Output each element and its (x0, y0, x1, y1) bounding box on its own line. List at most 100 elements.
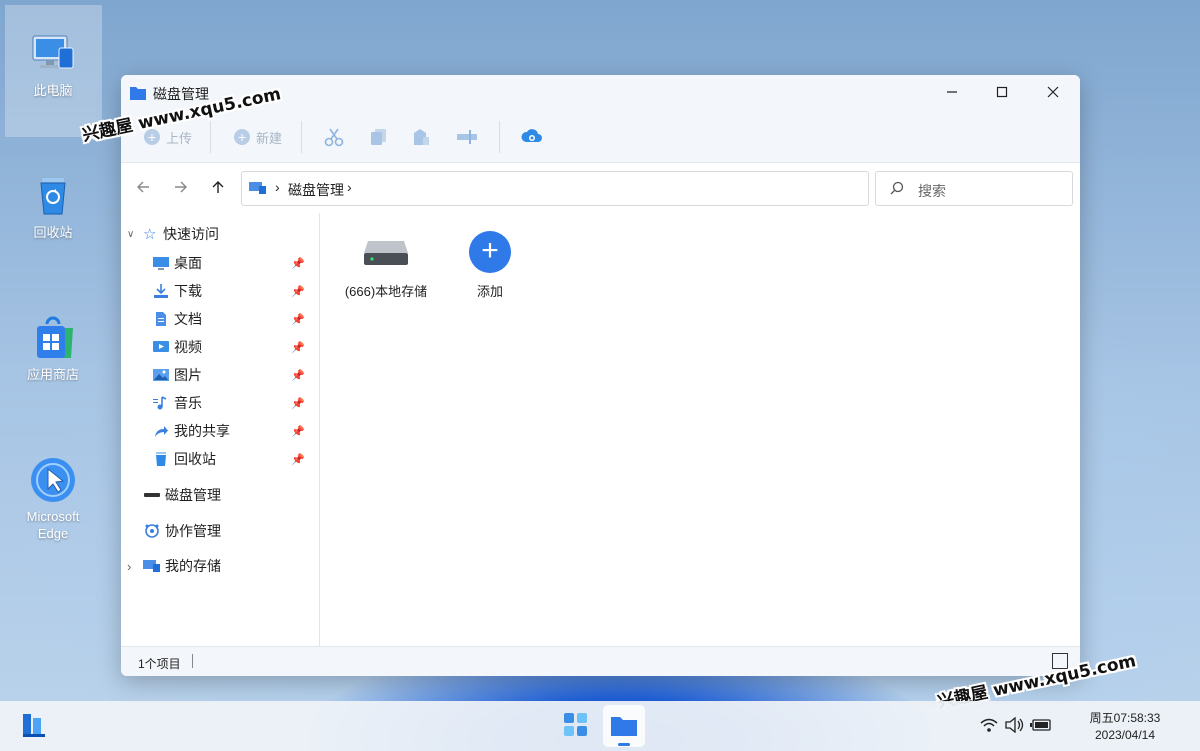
file-manager-window: 磁盘管理 + 上传 + 新建 › 磁盘管理 › 搜索 ∨ ☆ 快速访问 桌面 📌… (121, 75, 1080, 676)
video-icon (153, 341, 169, 352)
search-box[interactable]: 搜索 (875, 171, 1073, 206)
sidebar-item-label: 我的存储 (165, 558, 221, 574)
sidebar-item-documents[interactable]: 文档 📌 (152, 308, 312, 330)
clock-time: 周五07:58:33 (1089, 711, 1161, 725)
chevron-right-icon: › (127, 558, 132, 574)
sidebar-item-video[interactable]: 视频 📌 (152, 336, 312, 358)
desktop-icon-this-pc[interactable]: 此电脑 (17, 30, 89, 99)
arrow-up-icon (212, 181, 224, 193)
cloud-button[interactable] (521, 125, 543, 149)
sidebar-item-label: 文档 (174, 311, 202, 327)
folder-icon (611, 717, 637, 736)
clock-date: 2023/04/14 (1094, 728, 1156, 742)
volume-icon[interactable] (1005, 716, 1025, 736)
sidebar-item-label: 快速访问 (163, 226, 219, 242)
pin-icon[interactable]: 📌 (291, 397, 305, 410)
forward-button[interactable] (173, 179, 189, 200)
hard-drive-icon (144, 493, 160, 497)
wifi-icon[interactable] (980, 717, 998, 736)
pin-icon[interactable]: 📌 (291, 285, 305, 298)
new-icon: + (234, 129, 250, 145)
sidebar-item-label: 下载 (174, 283, 202, 299)
picture-icon (153, 369, 169, 381)
share-icon (155, 426, 168, 437)
desktop-icon-label: 此电脑 (33, 83, 73, 98)
chevron-right-icon: › (275, 179, 280, 195)
document-icon (156, 312, 166, 326)
status-divider (192, 654, 193, 668)
pin-icon[interactable]: 📌 (291, 369, 305, 382)
back-button[interactable] (135, 179, 151, 200)
rename-icon (457, 130, 477, 144)
share-button[interactable] (411, 125, 431, 149)
clock[interactable]: 周五07:58:33 2023/04/14 (1080, 710, 1170, 744)
cloud-upload-icon (521, 129, 542, 142)
sidebar-item-download[interactable]: 下载 📌 (152, 280, 312, 302)
app-launcher-button[interactable] (562, 711, 590, 742)
battery-icon[interactable] (1030, 718, 1052, 735)
sidebar-item-pictures[interactable]: 图片 📌 (152, 364, 312, 386)
sidebar-item-recycle-bin[interactable]: 回收站 📌 (152, 448, 312, 470)
sidebar-item-my-storage[interactable]: › 我的存储 (127, 555, 221, 577)
cut-button[interactable] (323, 125, 345, 149)
sidebar-item-label: 音乐 (174, 395, 202, 411)
sidebar-item-label: 视频 (174, 339, 202, 355)
new-button[interactable]: + 新建 (234, 125, 282, 149)
app-store-icon (29, 314, 77, 362)
pin-icon[interactable]: 📌 (291, 453, 305, 466)
computer-icon (249, 181, 267, 198)
sidebar-item-my-share[interactable]: 我的共享 📌 (152, 420, 312, 442)
sidebar-item-label: 我的共享 (174, 423, 230, 439)
pin-icon[interactable]: 📌 (291, 341, 305, 354)
sidebar-item-music[interactable]: 音乐 📌 (152, 392, 312, 414)
collaboration-icon (145, 524, 159, 538)
desktop-icon-label: 应用商店 (26, 367, 79, 382)
apps-grid-icon (564, 713, 587, 736)
up-button[interactable] (210, 179, 226, 200)
sidebar-item-label: 协作管理 (165, 523, 221, 539)
breadcrumb[interactable]: 磁盘管理 (288, 180, 344, 200)
arrow-left-icon (137, 181, 149, 193)
sidebar-item-label: 磁盘管理 (165, 487, 221, 503)
chevron-right-icon: › (347, 179, 352, 195)
search-icon (890, 181, 904, 198)
pin-icon[interactable]: 📌 (291, 257, 305, 270)
drive-item[interactable]: (666)本地存储 (338, 231, 434, 300)
star-icon: ☆ (143, 226, 157, 243)
address-bar[interactable]: › 磁盘管理 › (241, 171, 869, 206)
computer-icon (29, 30, 77, 78)
toolbar-divider (301, 121, 302, 153)
content-area: (666)本地存储 + 添加 (320, 213, 1080, 646)
sidebar-item-collab[interactable]: 协作管理 (143, 520, 221, 542)
maximize-icon (996, 86, 1008, 98)
sidebar-item-desktop[interactable]: 桌面 📌 (152, 252, 312, 274)
desktop-icon-edge[interactable]: Microsoft Edge (17, 456, 89, 542)
pin-icon[interactable]: 📌 (291, 313, 305, 326)
item-count: 1个项目 (138, 657, 181, 671)
sidebar-quick-access[interactable]: ∨ ☆ 快速访问 (127, 223, 219, 245)
new-label: 新建 (256, 130, 283, 146)
recycle-bin-icon (156, 452, 166, 466)
recycle-bin-icon (29, 172, 77, 220)
desktop-icon-app-store[interactable]: 应用商店 (17, 314, 89, 383)
close-button[interactable] (1038, 81, 1068, 103)
maximize-button[interactable] (987, 81, 1017, 103)
sidebar-item-label: 回收站 (174, 451, 216, 467)
download-icon (154, 284, 168, 298)
rename-button[interactable] (456, 125, 478, 149)
sidebar-item-disk-management[interactable]: 磁盘管理 (143, 484, 221, 506)
scissors-icon (324, 128, 344, 147)
sidebar-item-label: 图片 (174, 367, 202, 383)
arrow-right-icon (175, 181, 187, 193)
desktop-icon-recycle-bin[interactable]: 回收站 (17, 172, 89, 241)
sidebar: ∨ ☆ 快速访问 桌面 📌 下载 📌 文档 📌 视频 📌 图片 📌 音乐 📌 我… (121, 213, 320, 646)
music-icon (153, 396, 167, 410)
add-item[interactable]: + 添加 (450, 231, 530, 300)
file-manager-taskbar-button[interactable] (603, 705, 645, 747)
pin-icon[interactable]: 📌 (291, 425, 305, 438)
drive-label: (666)本地存储 (344, 284, 428, 299)
copy-button[interactable] (369, 125, 389, 149)
search-input[interactable]: 搜索 (918, 181, 946, 201)
start-button[interactable] (20, 711, 48, 742)
minimize-button[interactable] (937, 81, 967, 103)
